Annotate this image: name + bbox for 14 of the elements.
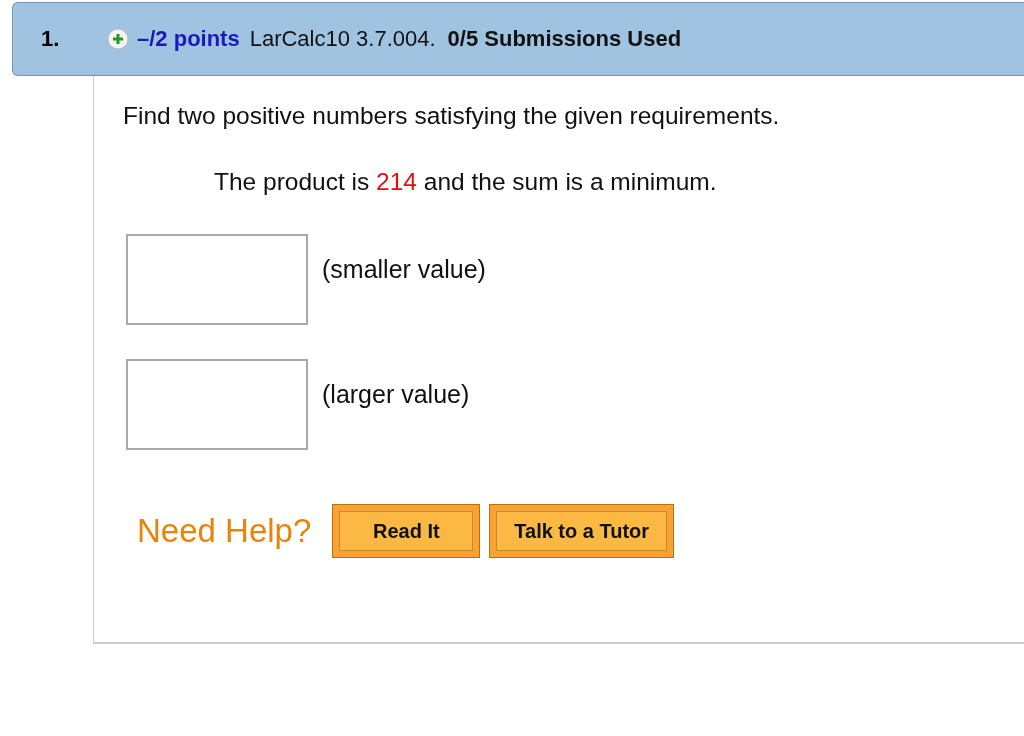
- answer-field[interactable]: [126, 359, 308, 450]
- points-link[interactable]: –/2 points: [137, 26, 240, 52]
- answer-label: (larger value): [322, 380, 470, 409]
- question-source: LarCalc10 3.7.004.: [249, 26, 436, 52]
- plus-icon[interactable]: [107, 28, 129, 50]
- requirement-text: The product is 214 and the sum is a minimum.: [214, 168, 718, 196]
- help-button[interactable]: Talk to a Tutor: [489, 504, 675, 558]
- answer-label: (smaller value): [322, 255, 486, 284]
- submissions-count: 0/5 Submissions Used: [447, 26, 682, 52]
- question-prompt: Find two positive numbers satisfying the given requirements.: [123, 102, 781, 130]
- answer-field[interactable]: [126, 234, 308, 325]
- need-help-label: Need Help?: [137, 512, 312, 550]
- question-number: 1.: [41, 26, 61, 52]
- help-button[interactable]: Read It: [332, 504, 481, 558]
